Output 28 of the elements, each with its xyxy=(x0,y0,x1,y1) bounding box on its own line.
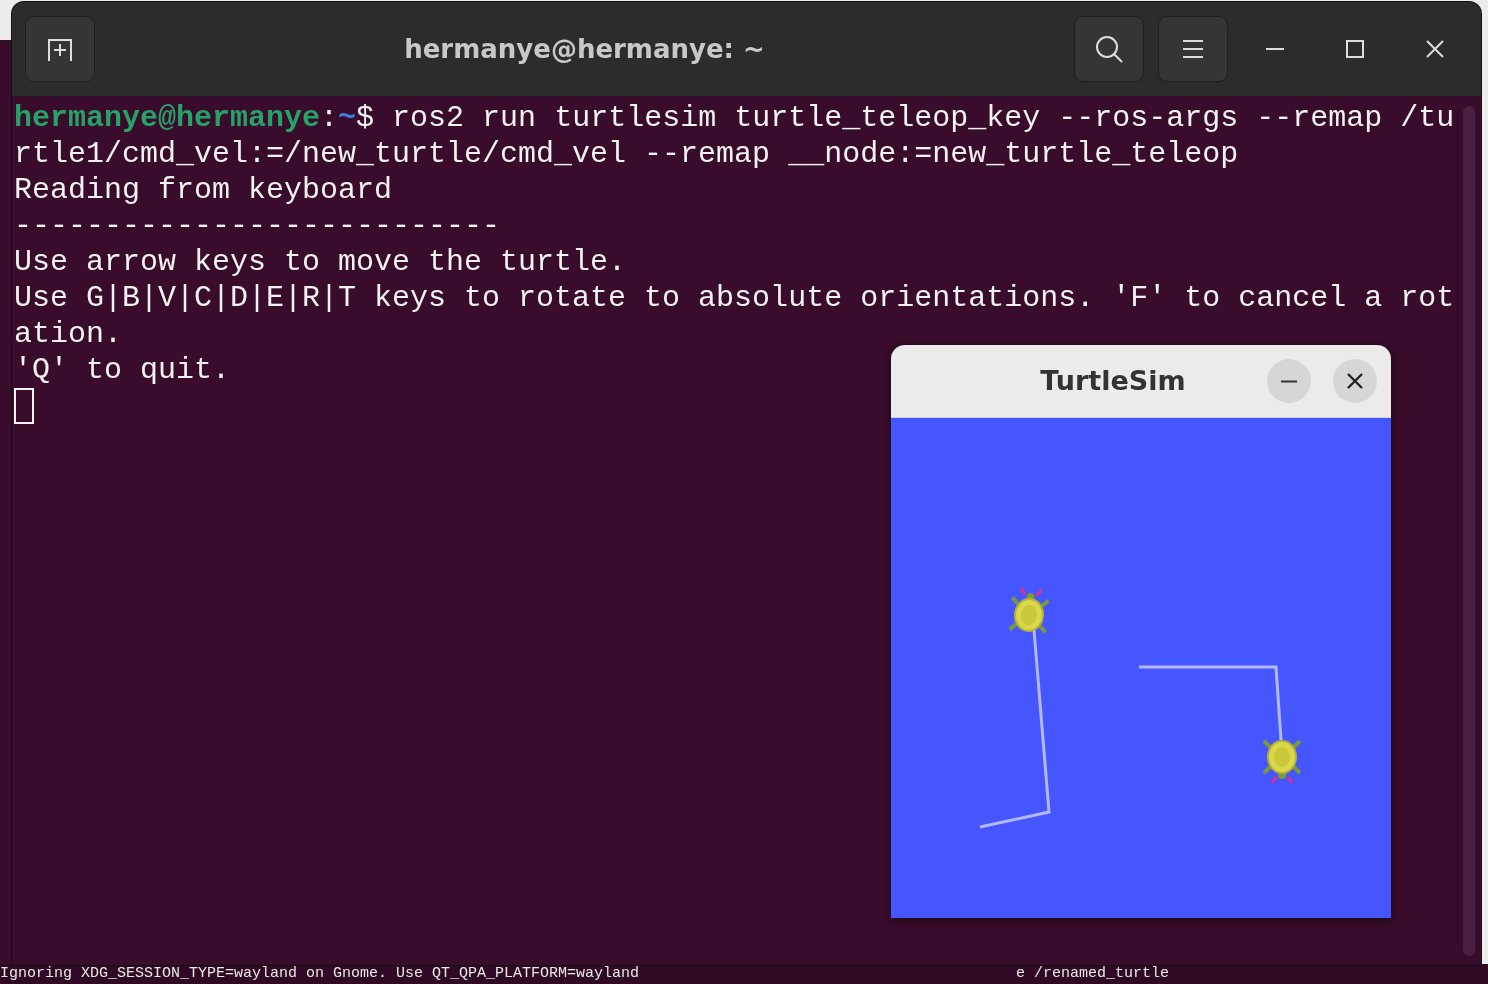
command-line: hermanye@hermanye:~$ ros2 run turtlesim turtle_teleop_key --ros-args --remap /tu xyxy=(14,101,1455,135)
maximize-icon xyxy=(1346,40,1364,58)
terminal-output: Use G|B|V|C|D|E|R|T keys to rotate to absolute orientations. 'F' to cancel a rot xyxy=(14,281,1455,315)
window-title: TurtleSim xyxy=(1039,363,1187,398)
new-tab-button[interactable] xyxy=(25,16,95,82)
background-terminal-text: Ignoring XDG_SESSION_TYPE=wayland on Gnome. Use QT_QPA_PLATFORM=wayland xyxy=(0,964,641,984)
terminal-output: Use arrow keys to move the turtle. xyxy=(14,245,627,279)
search-icon xyxy=(1094,34,1124,64)
menu-icon xyxy=(1182,39,1204,59)
background-terminal-text: e /renamed_turtle xyxy=(1016,964,1170,984)
turtle-drawing xyxy=(1264,741,1300,783)
terminal-output: rtle1/cmd_vel:=/new_turtle/cmd_vel --remap __node:=new_turtle_teleop xyxy=(14,137,1239,171)
terminal-output: 'Q' to quit. xyxy=(14,353,231,387)
close-button[interactable] xyxy=(1333,359,1377,403)
minimize-icon xyxy=(1266,47,1284,51)
menu-button[interactable] xyxy=(1158,16,1228,82)
turtle-drawing xyxy=(1007,586,1051,635)
text-cursor xyxy=(14,388,34,424)
terminal-output: Reading from keyboard xyxy=(14,173,393,207)
minimize-icon xyxy=(1281,379,1297,383)
window-title: hermanye@hermanye: ~ xyxy=(403,32,766,66)
minimize-button[interactable] xyxy=(1267,359,1311,403)
terminal-output: --------------------------- xyxy=(14,209,501,243)
terminal-output: ation. xyxy=(14,317,123,351)
new-tab-icon xyxy=(45,36,75,62)
search-button[interactable] xyxy=(1074,16,1144,82)
close-icon xyxy=(1426,40,1444,58)
close-icon xyxy=(1347,373,1363,389)
